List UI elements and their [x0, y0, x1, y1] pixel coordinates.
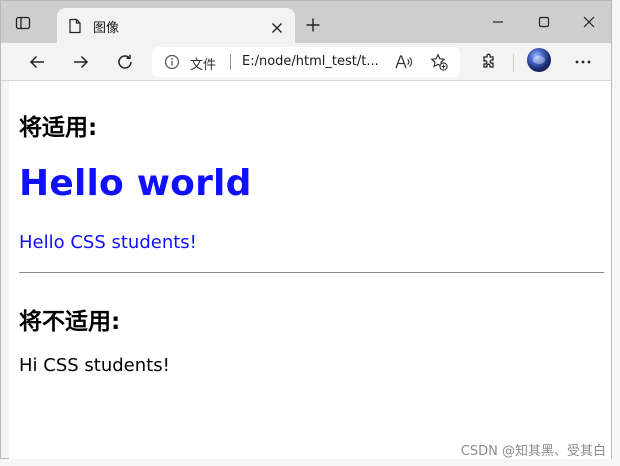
address-url[interactable]: E:/node/html_test/t... — [242, 54, 379, 69]
close-icon[interactable] — [271, 19, 283, 33]
add-favorite-icon[interactable] — [430, 53, 448, 71]
minimize-icon[interactable] — [487, 11, 509, 33]
forward-arrow-icon[interactable] — [71, 52, 91, 72]
heading-applies: 将适用: — [19, 115, 98, 141]
tab-strip: 图像 — [1, 1, 611, 43]
new-tab-icon[interactable] — [305, 17, 321, 33]
profile-avatar[interactable] — [527, 48, 551, 72]
tab-title: 图像 — [93, 21, 120, 36]
heading-hello-world: Hello world — [19, 163, 252, 204]
browser-toolbar: 文件 E:/node/html_test/t... — [1, 43, 611, 81]
browser-window: 图像 文件 E:/node/html_test/t... 将适用: Hello … — [0, 0, 612, 459]
page-icon — [68, 18, 82, 34]
csdn-watermark: CSDN @知其黑、受其白 — [460, 444, 606, 459]
active-tab[interactable]: 图像 — [57, 8, 295, 43]
paragraph-hi-students: Hi CSS students! — [19, 355, 170, 376]
tab-actions-icon[interactable] — [15, 15, 31, 31]
toolbar-divider — [513, 54, 514, 72]
address-scheme-label: 文件 — [190, 58, 217, 73]
window-close-icon[interactable] — [578, 11, 600, 33]
info-icon[interactable] — [164, 54, 180, 70]
address-bar[interactable]: 文件 E:/node/html_test/t... — [152, 47, 460, 77]
read-aloud-icon[interactable] — [394, 54, 412, 70]
page-viewport: 将适用: Hello world Hello CSS students! 将不适… — [9, 81, 611, 459]
extensions-icon[interactable] — [478, 52, 498, 72]
maximize-icon[interactable] — [533, 11, 555, 33]
more-menu-icon[interactable] — [573, 52, 593, 72]
address-divider — [230, 54, 231, 70]
paragraph-hello-students: Hello CSS students! — [19, 232, 197, 253]
refresh-icon[interactable] — [115, 52, 135, 72]
horizontal-rule — [19, 272, 604, 273]
heading-not-applies: 将不适用: — [19, 309, 121, 335]
back-arrow-icon[interactable] — [27, 52, 47, 72]
